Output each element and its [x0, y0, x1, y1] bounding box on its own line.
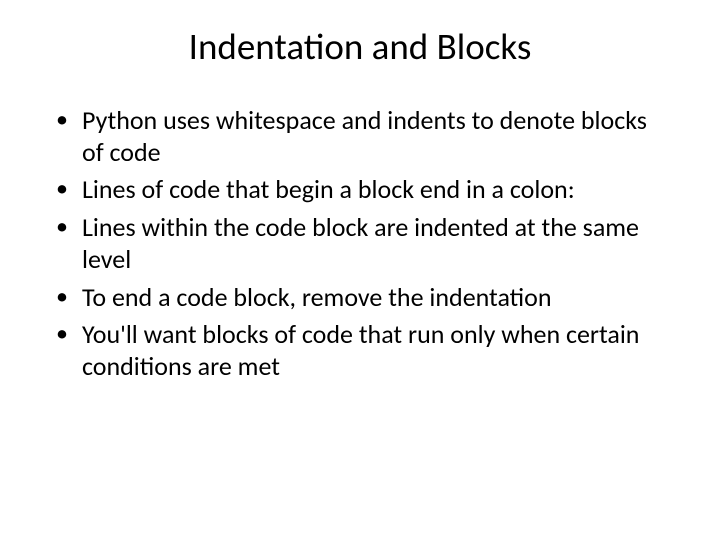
list-item: To end a code block, remove the indentat… [56, 282, 672, 314]
slide-title: Indentation and Blocks [48, 24, 672, 69]
list-item: Python uses whitespace and indents to de… [56, 105, 672, 168]
list-item: Lines within the code block are indented… [56, 212, 672, 275]
list-item: You'll want blocks of code that run only… [56, 319, 672, 382]
bullet-list: Python uses whitespace and indents to de… [56, 105, 672, 383]
list-item: Lines of code that begin a block end in … [56, 174, 672, 206]
slide: Indentation and Blocks Python uses white… [0, 0, 720, 540]
